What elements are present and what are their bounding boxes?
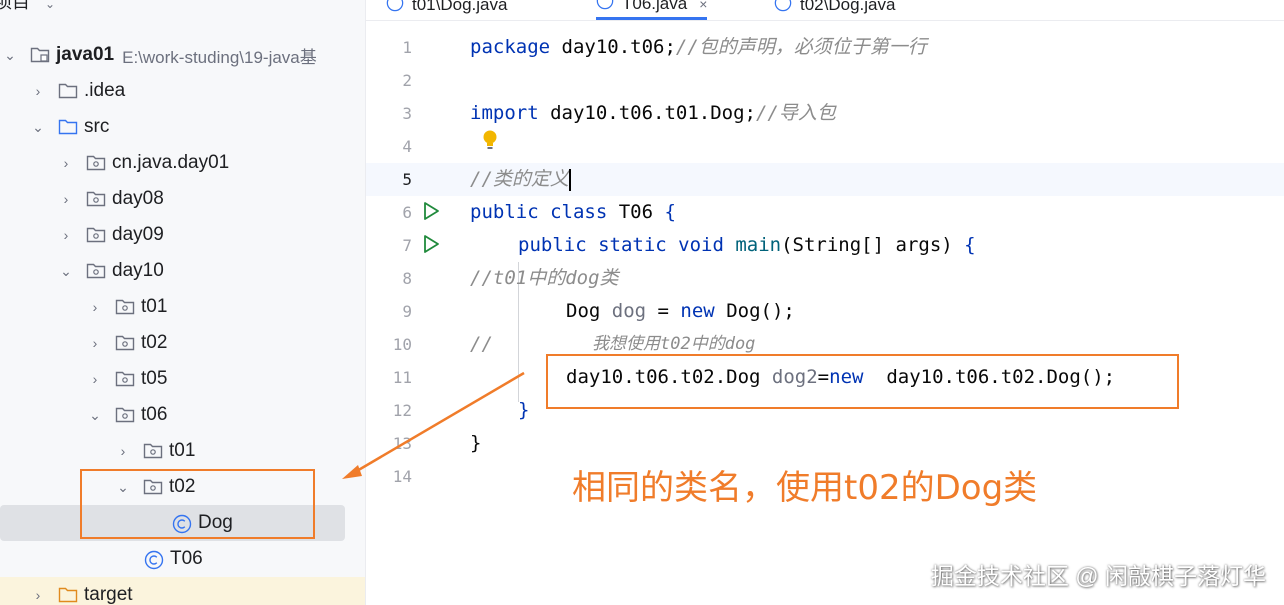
annotation-arrow — [342, 371, 525, 479]
watermark: 掘金技术社区 @ 闲敲棋子落灯华 — [930, 563, 1266, 589]
annotation-text: 相同的类名，使用t02的Dog类 — [572, 468, 1038, 508]
